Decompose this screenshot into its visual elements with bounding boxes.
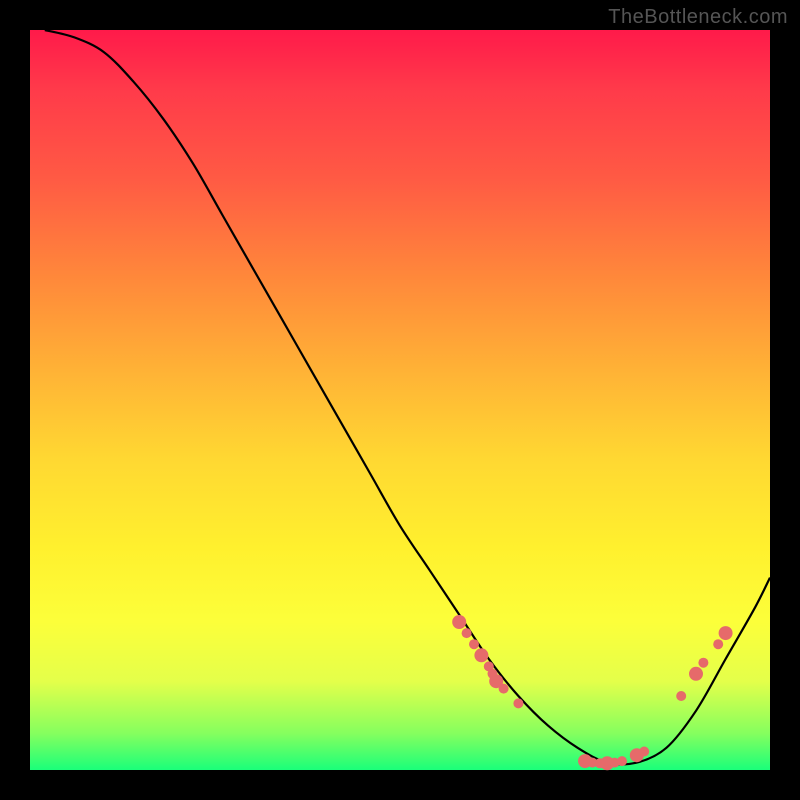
data-marker: [719, 626, 733, 640]
curve-svg: [30, 30, 770, 770]
chart-container: { "watermark": "TheBottleneck.com", "cha…: [0, 0, 800, 800]
plot-area: [30, 30, 770, 770]
data-marker: [462, 628, 472, 638]
data-marker: [452, 615, 466, 629]
data-marker: [617, 756, 627, 766]
data-marker: [513, 698, 523, 708]
data-marker: [713, 639, 723, 649]
data-marker: [698, 658, 708, 668]
watermark-text: TheBottleneck.com: [608, 6, 788, 29]
data-marker: [689, 667, 703, 681]
data-marker: [499, 684, 509, 694]
bottleneck-curve: [45, 30, 770, 764]
data-marker: [676, 691, 686, 701]
data-marker: [639, 747, 649, 757]
data-marker: [469, 639, 479, 649]
data-markers: [452, 615, 732, 770]
data-marker: [474, 648, 488, 662]
